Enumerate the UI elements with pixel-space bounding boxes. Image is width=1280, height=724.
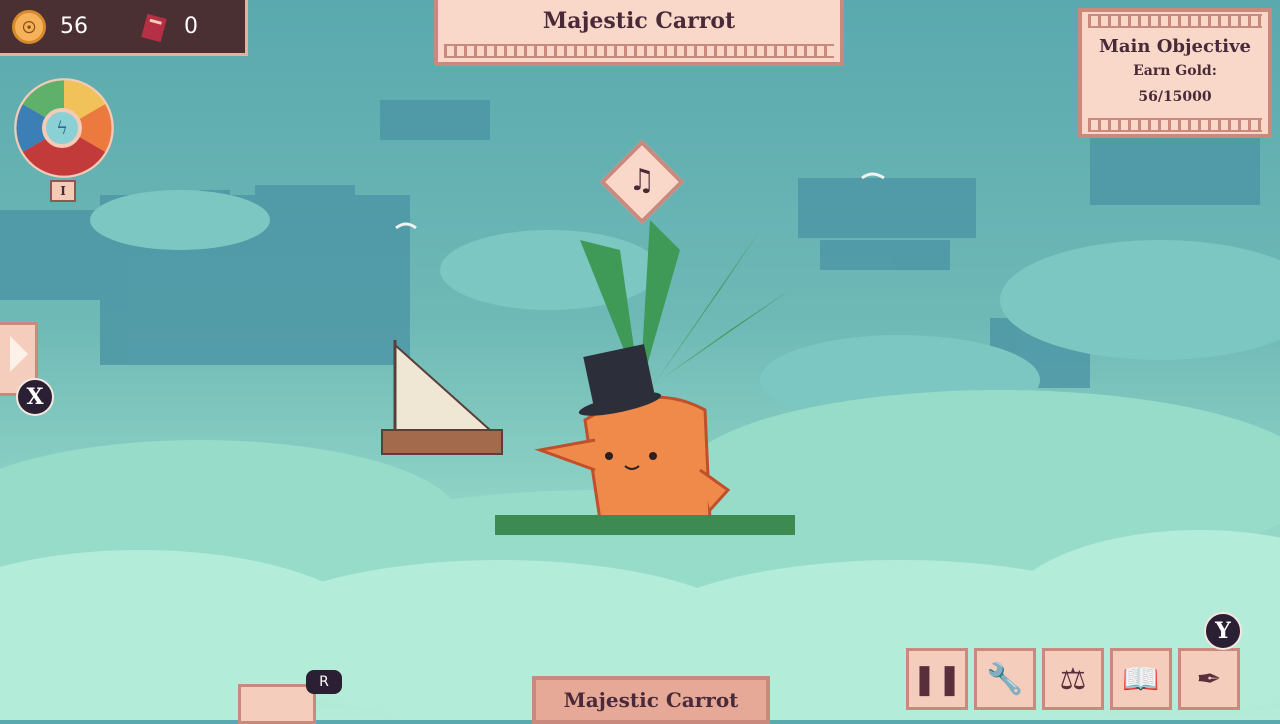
bottom-banner-title: Majestic Carrot	[563, 688, 739, 712]
top-banner: Majestic Carrot	[434, 0, 844, 66]
gold-count: 56	[60, 14, 88, 39]
expand-tab[interactable]	[238, 684, 316, 724]
bottom-banner: Majestic Carrot	[532, 676, 770, 724]
coin-icon: ☉	[12, 10, 46, 44]
objective-title: Main Objective	[1098, 36, 1252, 57]
r-button-icon: R	[306, 670, 342, 694]
arrow-right-icon	[10, 336, 28, 372]
settings-button[interactable]: 🔧	[974, 648, 1036, 710]
pause-button[interactable]: ❚❚	[906, 648, 968, 710]
y-button-icon[interactable]: Y	[1204, 612, 1242, 650]
book-icon: 📖	[1122, 661, 1160, 697]
objective-panel: Main Objective Earn Gold: 56/15000	[1078, 8, 1272, 138]
scales-icon: ⚖	[1059, 661, 1087, 697]
objective-progress: 56/15000	[1138, 89, 1212, 105]
wrench-icon: 🔧	[986, 661, 1024, 697]
quill-icon: ✒	[1196, 661, 1222, 697]
top-banner-title: Majestic Carrot	[542, 8, 736, 34]
sailboat	[381, 340, 503, 455]
pause-icon: ❚❚	[911, 661, 963, 697]
ticket-count: 0	[184, 14, 198, 39]
journal-button[interactable]: 📖	[1110, 648, 1172, 710]
greek-border	[1088, 14, 1262, 28]
resource-bar: ☉ 56 0	[0, 0, 248, 56]
greek-border	[444, 44, 834, 58]
wheel-hotkey: I	[50, 180, 76, 202]
ticket-icon	[141, 13, 167, 42]
lightning-icon: ϟ	[42, 108, 82, 148]
trade-button[interactable]: ⚖	[1042, 648, 1104, 710]
music-note-icon: ♫	[628, 162, 656, 198]
objective-subtitle: Earn Gold:	[1133, 63, 1217, 79]
quill-button[interactable]: ✒	[1178, 648, 1240, 710]
x-button-icon[interactable]: X	[16, 378, 54, 416]
greek-border	[1088, 118, 1262, 132]
